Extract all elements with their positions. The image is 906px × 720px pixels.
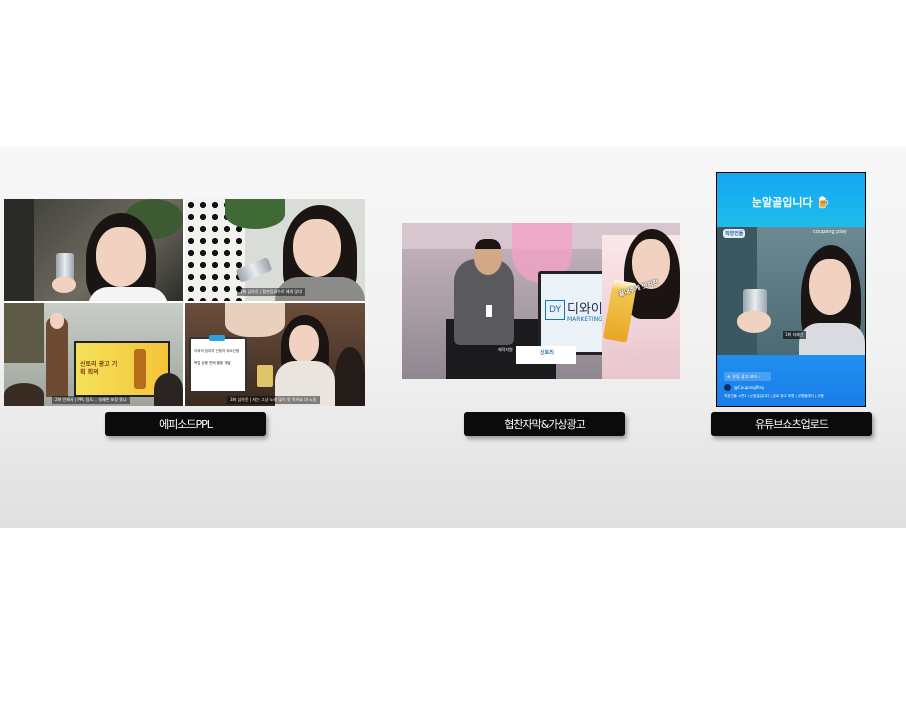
ad-link-button[interactable]: ⊕ 유튜 광고 보러 › [724,372,771,381]
caption: 2화 인제서 | PPL 팀도... 실제론 포장 왔냐 [52,396,130,404]
chevron-right-icon: › [758,374,761,379]
platform-logo: coupang play [813,229,847,235]
caption: 1화 심하윤 | 협찬음료수로 재개 맞대 [237,288,305,296]
label-episode-ppl: 에피소드PPL [105,412,266,436]
sponsor-tag: 신토리 [540,350,554,356]
collage-cell-top-left [4,199,183,301]
dy-logo: DY [545,300,565,320]
shorts-headline: 눈알골입니다 🍺 [751,196,831,209]
shorts-frame: 눈알골입니다 🍺 직장인들 coupang play 1화 지혜윤 ⊕ 유튜 광고… [716,172,866,407]
collage-cell-bottom-right: 이외의 참여자 신청자 취소신청 목업 상품 판매 물품 개발 3화 심하윤 |… [185,303,365,406]
link-icon: ⊕ [727,374,731,379]
channel-avatar[interactable] [724,384,731,391]
label-shorts: 유튜브쇼츠업로드 [711,412,872,436]
collab-ad-frame: DY 디와이 MARKETING 끝내주게 맛지판 제작지원 신토리 [402,223,680,379]
brand-text: 디와이 [567,302,603,317]
sponsor-caption: 제작지원 [498,347,513,352]
collage-cell-bottom-left: 신토리 광고 기획 회의 2화 인제서 | PPL 팀도... 실제론 포장 왔… [4,303,183,406]
name-tag: 1화 지혜윤 [783,331,806,339]
brand-sub: MARKETING [567,316,603,323]
collage-cell-top-right: 1화 심하윤 | 협찬음료수로 재개 맞대 [185,199,365,301]
link-label: 유튜 광고 보러 [732,373,757,379]
channel-name[interactable]: @CoupangPlay [734,385,764,390]
note-item: 목업 상품 판매 물품 개발 [194,361,231,365]
shorts-description: 직장인들 시즌2 | 눈알골입니다 | 유료 광고 포함 | 쿠팡플레이 | 쿠… [724,394,824,398]
caption: 3화 심하윤 | 저는 그냥 노래 많이 못 먹어요 야 노동 [227,396,320,404]
label-collab-ad: 협찬자막&가상광고 [464,412,625,436]
screen-text: 신토리 광고 기획 회의 [80,361,118,376]
show-sign: 직장인들 [723,229,746,238]
note-title: 이외의 참여자 신청자 취소신청 [194,349,240,353]
episode-ppl-collage: 1화 심하윤 | 협찬음료수로 재개 맞대 신토리 광고 기획 회의 2화 인제… [4,199,365,406]
clipboard-note: 이외의 참여자 신청자 취소신청 목업 상품 판매 물품 개발 [189,335,247,393]
